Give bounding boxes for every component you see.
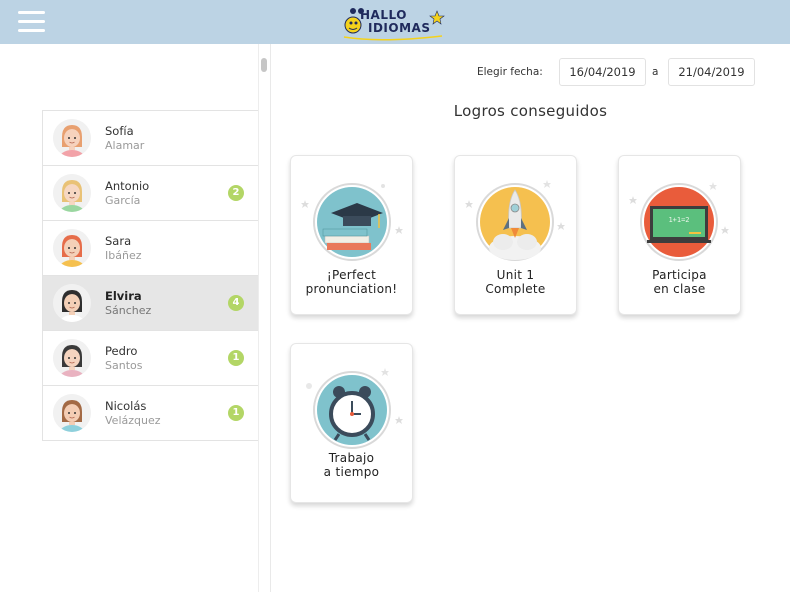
student-row[interactable]: Elvira Sánchez 4 — [42, 276, 258, 331]
top-bar: HALLO IDIOMAS — [0, 0, 790, 44]
student-avatar — [53, 119, 91, 157]
student-last-name: Sánchez — [105, 304, 152, 317]
student-row[interactable]: Pedro Santos 1 — [42, 331, 258, 386]
student-first-name: Sofía — [105, 124, 134, 138]
achievement-label: Trabajo a tiempo — [323, 451, 380, 479]
notification-badge: 4 — [228, 295, 244, 311]
rocket-icon — [465, 180, 565, 261]
notification-badge: 2 — [228, 185, 244, 201]
to-date-field[interactable]: 21/04/2019 — [668, 58, 755, 86]
notification-badge: 1 — [228, 405, 244, 421]
student-first-name: Elvira — [105, 289, 142, 303]
achievements-title: Logros conseguidos — [453, 102, 608, 120]
student-row[interactable]: Sofía Alamar — [42, 111, 258, 166]
sidebar-scroll-thumb[interactable] — [261, 58, 267, 72]
sidebar-scrollbar[interactable] — [258, 44, 267, 592]
student-first-name: Pedro — [105, 344, 138, 358]
svg-text:1+1=2: 1+1=2 — [668, 216, 689, 224]
achievement-label: ¡Perfect pronunciation! — [305, 268, 398, 296]
student-list: Sofía Alamar Antonio García 2 Sara Ibáñez Elvir… — [42, 110, 258, 441]
logo-line2: IDIOMAS — [368, 21, 431, 35]
main-content: Elegir fecha: 16/04/2019 a 21/04/2019 Lo… — [271, 44, 790, 592]
student-avatar — [53, 339, 91, 377]
chalkboard-icon: 1+1=2 — [629, 182, 729, 261]
student-first-name: Nicolás — [105, 399, 147, 413]
student-row[interactable]: Nicolás Velázquez 1 — [42, 386, 258, 441]
student-first-name: Antonio — [105, 179, 150, 193]
achievement-card-participa-en-clase[interactable]: 1+1=2 Participa en clase — [618, 155, 741, 315]
student-last-name: Velázquez — [105, 414, 161, 427]
student-avatar — [53, 284, 91, 322]
from-date-field[interactable]: 16/04/2019 — [559, 58, 646, 86]
alarm-clock-icon — [306, 368, 403, 449]
student-first-name: Sara — [105, 234, 132, 248]
student-last-name: Alamar — [105, 139, 145, 152]
student-avatar — [53, 394, 91, 432]
student-avatar — [53, 174, 91, 212]
graduation-cap-books-icon — [301, 183, 403, 261]
app-logo: HALLO IDIOMAS — [342, 5, 452, 41]
achievement-label: Unit 1 Complete — [485, 268, 546, 296]
hamburger-menu-icon[interactable] — [18, 11, 45, 33]
student-row[interactable]: Sara Ibáñez — [42, 221, 258, 276]
achievement-card-trabajo-a-tiempo[interactable]: Trabajo a tiempo — [290, 343, 413, 503]
achievement-card-perfect-pronunciation[interactable]: ¡Perfect pronunciation! — [290, 155, 413, 315]
student-last-name: García — [105, 194, 141, 207]
student-last-name: Santos — [105, 359, 143, 372]
date-filter-label: Elegir fecha: — [477, 66, 543, 78]
student-avatar — [53, 229, 91, 267]
date-range-separator: a — [652, 66, 659, 78]
achievement-label: Participa en clase — [652, 268, 707, 296]
student-row[interactable]: Antonio García 2 — [42, 166, 258, 221]
student-last-name: Ibáñez — [105, 249, 142, 262]
achievement-card-unit-complete[interactable]: Unit 1 Complete — [454, 155, 577, 315]
notification-badge: 1 — [228, 350, 244, 366]
